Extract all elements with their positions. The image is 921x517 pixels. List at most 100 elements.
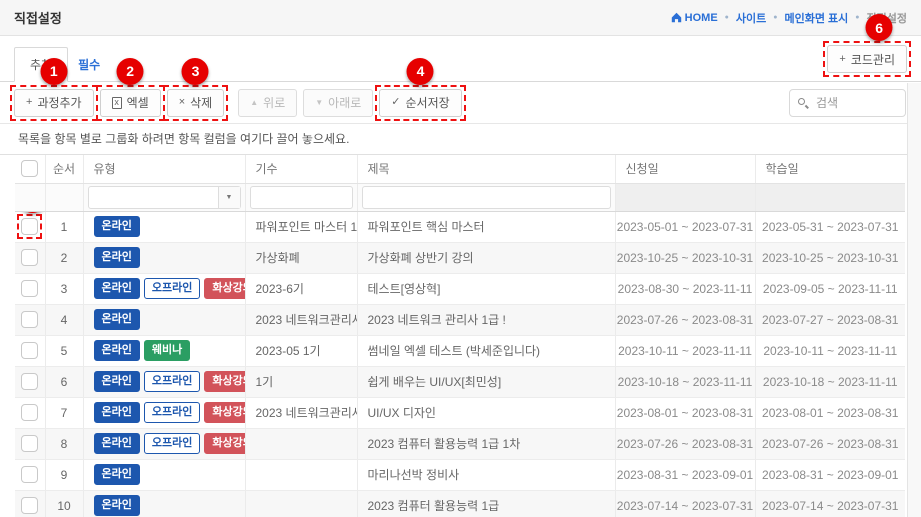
column-header-apply-date[interactable]: 신청일 xyxy=(615,155,755,183)
title-cell: 파워포인트 핵심 마스터 xyxy=(357,211,615,242)
course-table: 순서 유형 기수 제목 신청일 학습일 ▼ 51온라인파워포인트 마스터 1기파… xyxy=(15,155,905,517)
badge-webinar: 웨비나 xyxy=(144,340,190,361)
order-cell: 8 xyxy=(45,428,83,459)
table-filter-row: ▼ xyxy=(15,183,905,211)
badge-online: 온라인 xyxy=(94,309,140,330)
study-date-cell: 2023-10-18 ~ 2023-11-11 xyxy=(755,366,905,397)
check-icon: ✓ xyxy=(391,97,400,108)
cohort-filter-input[interactable] xyxy=(250,186,353,209)
study-date-cell: 2023-07-27 ~ 2023-08-31 xyxy=(755,304,905,335)
search-input[interactable] xyxy=(789,89,906,117)
scrollbar[interactable] xyxy=(907,83,921,517)
toolbar: + 과정추가 1 엑셀 2 × 삭제 3 ▲ 위로 ▼ 아래로 ✓ 순서저장 4 xyxy=(0,82,921,124)
title-cell: 2023 컴퓨터 활용능력 1급 xyxy=(357,490,615,517)
caret-down-icon[interactable]: ▼ xyxy=(218,187,240,208)
title-cell: UI/UX 디자인 xyxy=(357,397,615,428)
order-cell: 1 xyxy=(45,211,83,242)
apply-date-cell: 2023-10-18 ~ 2023-11-11 xyxy=(615,366,755,397)
excel-button[interactable]: 엑셀 xyxy=(100,89,161,117)
plus-icon: + xyxy=(839,54,845,65)
table-row: 51온라인파워포인트 마스터 1기파워포인트 핵심 마스터2023-05-01 … xyxy=(15,211,905,242)
move-up-button[interactable]: ▲ 위로 xyxy=(238,89,297,117)
breadcrumb-separator-icon: ● xyxy=(725,14,729,21)
type-cell: 온라인 xyxy=(83,304,245,335)
apply-date-cell: 2023-10-11 ~ 2023-11-11 xyxy=(615,335,755,366)
breadcrumb-site-link[interactable]: 사이트 xyxy=(736,10,766,26)
badge-online: 온라인 xyxy=(94,216,140,237)
excel-label: 엑셀 xyxy=(127,94,149,111)
move-down-label: 아래로 xyxy=(328,94,361,111)
type-cell: 온라인오프라인화상강의 xyxy=(83,397,245,428)
type-cell: 온라인웨비나 xyxy=(83,335,245,366)
add-course-button[interactable]: + 과정추가 xyxy=(14,89,94,117)
save-order-button[interactable]: ✓ 순서저장 xyxy=(379,89,461,117)
study-date-cell: 2023-08-31 ~ 2023-09-01 xyxy=(755,459,905,490)
badge-video: 화상강의 xyxy=(204,371,245,392)
delete-label: 삭제 xyxy=(190,94,212,111)
apply-date-cell: 2023-07-26 ~ 2023-08-31 xyxy=(615,304,755,335)
cohort-cell: 2023 네트워크관리사 1기 xyxy=(245,397,357,428)
annotation-badge-6: 6 xyxy=(866,14,893,41)
triangle-down-icon: ▼ xyxy=(315,99,323,107)
plus-icon: + xyxy=(26,97,32,108)
row-checkbox[interactable] xyxy=(21,218,38,235)
save-order-label: 순서저장 xyxy=(406,94,450,111)
breadcrumb-home-label: HOME xyxy=(685,12,718,24)
column-header-study-date[interactable]: 학습일 xyxy=(755,155,905,183)
breadcrumb-home-link[interactable]: HOME xyxy=(671,12,718,24)
order-cell: 3 xyxy=(45,273,83,304)
title-cell: 2023 네트워크 관리사 1급 ! xyxy=(357,304,615,335)
home-icon xyxy=(671,12,682,23)
badge-offline: 오프라인 xyxy=(144,371,200,392)
table-row: 5온라인웨비나2023-05 1기썸네일 엑셀 테스트 (박세준입니다)2023… xyxy=(15,335,905,366)
type-cell: 온라인 xyxy=(83,490,245,517)
column-header-order[interactable]: 순서 xyxy=(45,155,83,183)
table-row: 4온라인2023 네트워크관리사 1기2023 네트워크 관리사 1급 !202… xyxy=(15,304,905,335)
title-cell: 2023 컴퓨터 활용능력 1급 1차 xyxy=(357,428,615,459)
code-manage-button[interactable]: + 코드관리 xyxy=(827,45,907,73)
row-checkbox[interactable] xyxy=(21,342,38,359)
cohort-cell xyxy=(245,428,357,459)
column-header-title[interactable]: 제목 xyxy=(357,155,615,183)
breadcrumb-main-display-link[interactable]: 메인화면 표시 xyxy=(785,10,849,26)
study-date-cell: 2023-10-25 ~ 2023-10-31 xyxy=(755,242,905,273)
row-checkbox[interactable] xyxy=(21,373,38,390)
tab-required[interactable]: 필수 xyxy=(68,48,110,81)
apply-date-cell: 2023-05-01 ~ 2023-07-31 xyxy=(615,211,755,242)
table-row: 9온라인마리나선박 정비사2023-08-31 ~ 2023-09-012023… xyxy=(15,459,905,490)
row-checkbox[interactable] xyxy=(21,249,38,266)
triangle-up-icon: ▲ xyxy=(250,99,258,107)
row-checkbox[interactable] xyxy=(21,404,38,421)
delete-button[interactable]: × 삭제 xyxy=(167,89,225,117)
row-checkbox[interactable] xyxy=(21,466,38,483)
select-all-checkbox[interactable] xyxy=(21,160,38,177)
apply-date-cell: 2023-08-01 ~ 2023-08-31 xyxy=(615,397,755,428)
apply-date-cell: 2023-08-30 ~ 2023-11-11 xyxy=(615,273,755,304)
cohort-cell: 2023-05 1기 xyxy=(245,335,357,366)
type-filter-select[interactable]: ▼ xyxy=(88,186,241,209)
row-checkbox[interactable] xyxy=(21,497,38,514)
row-checkbox[interactable] xyxy=(21,311,38,328)
type-cell: 온라인 xyxy=(83,211,245,242)
badge-offline: 오프라인 xyxy=(144,402,200,423)
badge-online: 온라인 xyxy=(94,464,140,485)
x-icon: × xyxy=(179,97,185,108)
column-header-type[interactable]: 유형 xyxy=(83,155,245,183)
order-cell: 5 xyxy=(45,335,83,366)
add-course-label: 과정추가 xyxy=(37,94,81,111)
breadcrumb-separator-icon: ● xyxy=(855,14,859,21)
move-down-button[interactable]: ▼ 아래로 xyxy=(303,89,373,117)
badge-online: 온라인 xyxy=(94,278,140,299)
row-checkbox[interactable] xyxy=(21,435,38,452)
type-cell: 온라인 xyxy=(83,242,245,273)
title-cell: 테스트[영상혁] xyxy=(357,273,615,304)
row-checkbox[interactable] xyxy=(21,280,38,297)
title-filter-input[interactable] xyxy=(362,186,611,209)
apply-date-cell: 2023-07-26 ~ 2023-08-31 xyxy=(615,428,755,459)
order-cell: 4 xyxy=(45,304,83,335)
title-cell: 마리나선박 정비사 xyxy=(357,459,615,490)
topbar: 직접설정 HOME ● 사이트 ● 메인화면 표시 ● 직접설정 xyxy=(0,0,921,36)
column-header-cohort[interactable]: 기수 xyxy=(245,155,357,183)
table-row: 8온라인오프라인화상강의웨비나2023 컴퓨터 활용능력 1급 1차2023-0… xyxy=(15,428,905,459)
annotation-badge-1: 1 xyxy=(40,58,67,85)
